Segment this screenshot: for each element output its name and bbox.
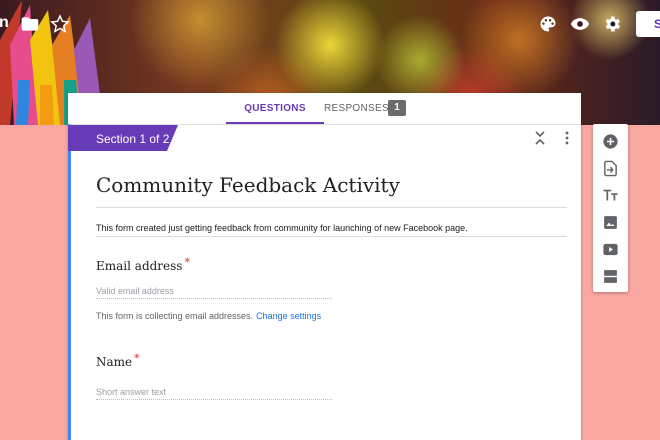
more-options-icon[interactable] xyxy=(564,131,570,145)
eye-icon[interactable] xyxy=(570,14,590,34)
import-questions-icon[interactable] xyxy=(602,160,619,177)
palette-icon[interactable] xyxy=(538,14,558,34)
send-button[interactable]: SE xyxy=(636,11,660,37)
form-description[interactable]: This form created just getting feedback … xyxy=(96,223,468,233)
collapse-section-icon[interactable] xyxy=(533,131,547,145)
tab-responses-label: RESPONSES xyxy=(324,103,389,114)
name-answer-line xyxy=(96,399,332,400)
change-settings-link[interactable]: Change settings xyxy=(256,311,321,321)
gear-icon[interactable] xyxy=(602,14,622,34)
email-question-text: Email address xyxy=(96,259,183,273)
name-answer-placeholder: Short answer text xyxy=(96,387,167,397)
question-toolbar xyxy=(593,124,628,292)
email-question-label[interactable]: Email address * xyxy=(96,256,190,273)
form-name-fragment[interactable]: n xyxy=(0,14,9,32)
section-header-tab: Section 1 of 2 xyxy=(68,125,178,151)
required-marker: * xyxy=(184,256,190,269)
tab-questions[interactable]: QUESTIONS xyxy=(226,93,324,124)
folder-icon[interactable] xyxy=(20,14,40,34)
tab-responses[interactable]: RESPONSES xyxy=(324,93,389,124)
section-panel[interactable]: Section 1 of 2 Community Feedback Activi… xyxy=(68,124,581,440)
section-label: Section 1 of 2 xyxy=(96,132,170,146)
name-question-label[interactable]: Name * xyxy=(96,352,140,369)
email-answer-placeholder: Valid email address xyxy=(96,286,174,296)
form-description-underline xyxy=(96,236,567,237)
add-question-icon[interactable] xyxy=(602,133,619,150)
name-question-text: Name xyxy=(96,355,133,369)
collecting-emails-text: This form is collecting email addresses. xyxy=(96,311,254,321)
star-icon[interactable] xyxy=(50,14,70,34)
form-title[interactable]: Community Feedback Activity xyxy=(96,173,400,197)
responses-count-badge: 1 xyxy=(388,100,406,116)
add-image-icon[interactable] xyxy=(602,214,619,231)
editor-tabs: QUESTIONS RESPONSES 1 xyxy=(68,93,581,124)
send-button-label: SE xyxy=(654,17,660,31)
add-title-icon[interactable] xyxy=(602,187,619,204)
form-editor-card: QUESTIONS RESPONSES 1 Section 1 of 2 Com… xyxy=(68,93,581,440)
required-marker: * xyxy=(134,352,140,365)
add-video-icon[interactable] xyxy=(602,241,619,258)
collecting-emails-note: This form is collecting email addresses.… xyxy=(96,311,321,321)
add-section-icon[interactable] xyxy=(602,268,619,285)
email-answer-line xyxy=(96,298,332,299)
form-title-underline xyxy=(96,207,567,208)
tab-questions-label: QUESTIONS xyxy=(244,103,306,114)
